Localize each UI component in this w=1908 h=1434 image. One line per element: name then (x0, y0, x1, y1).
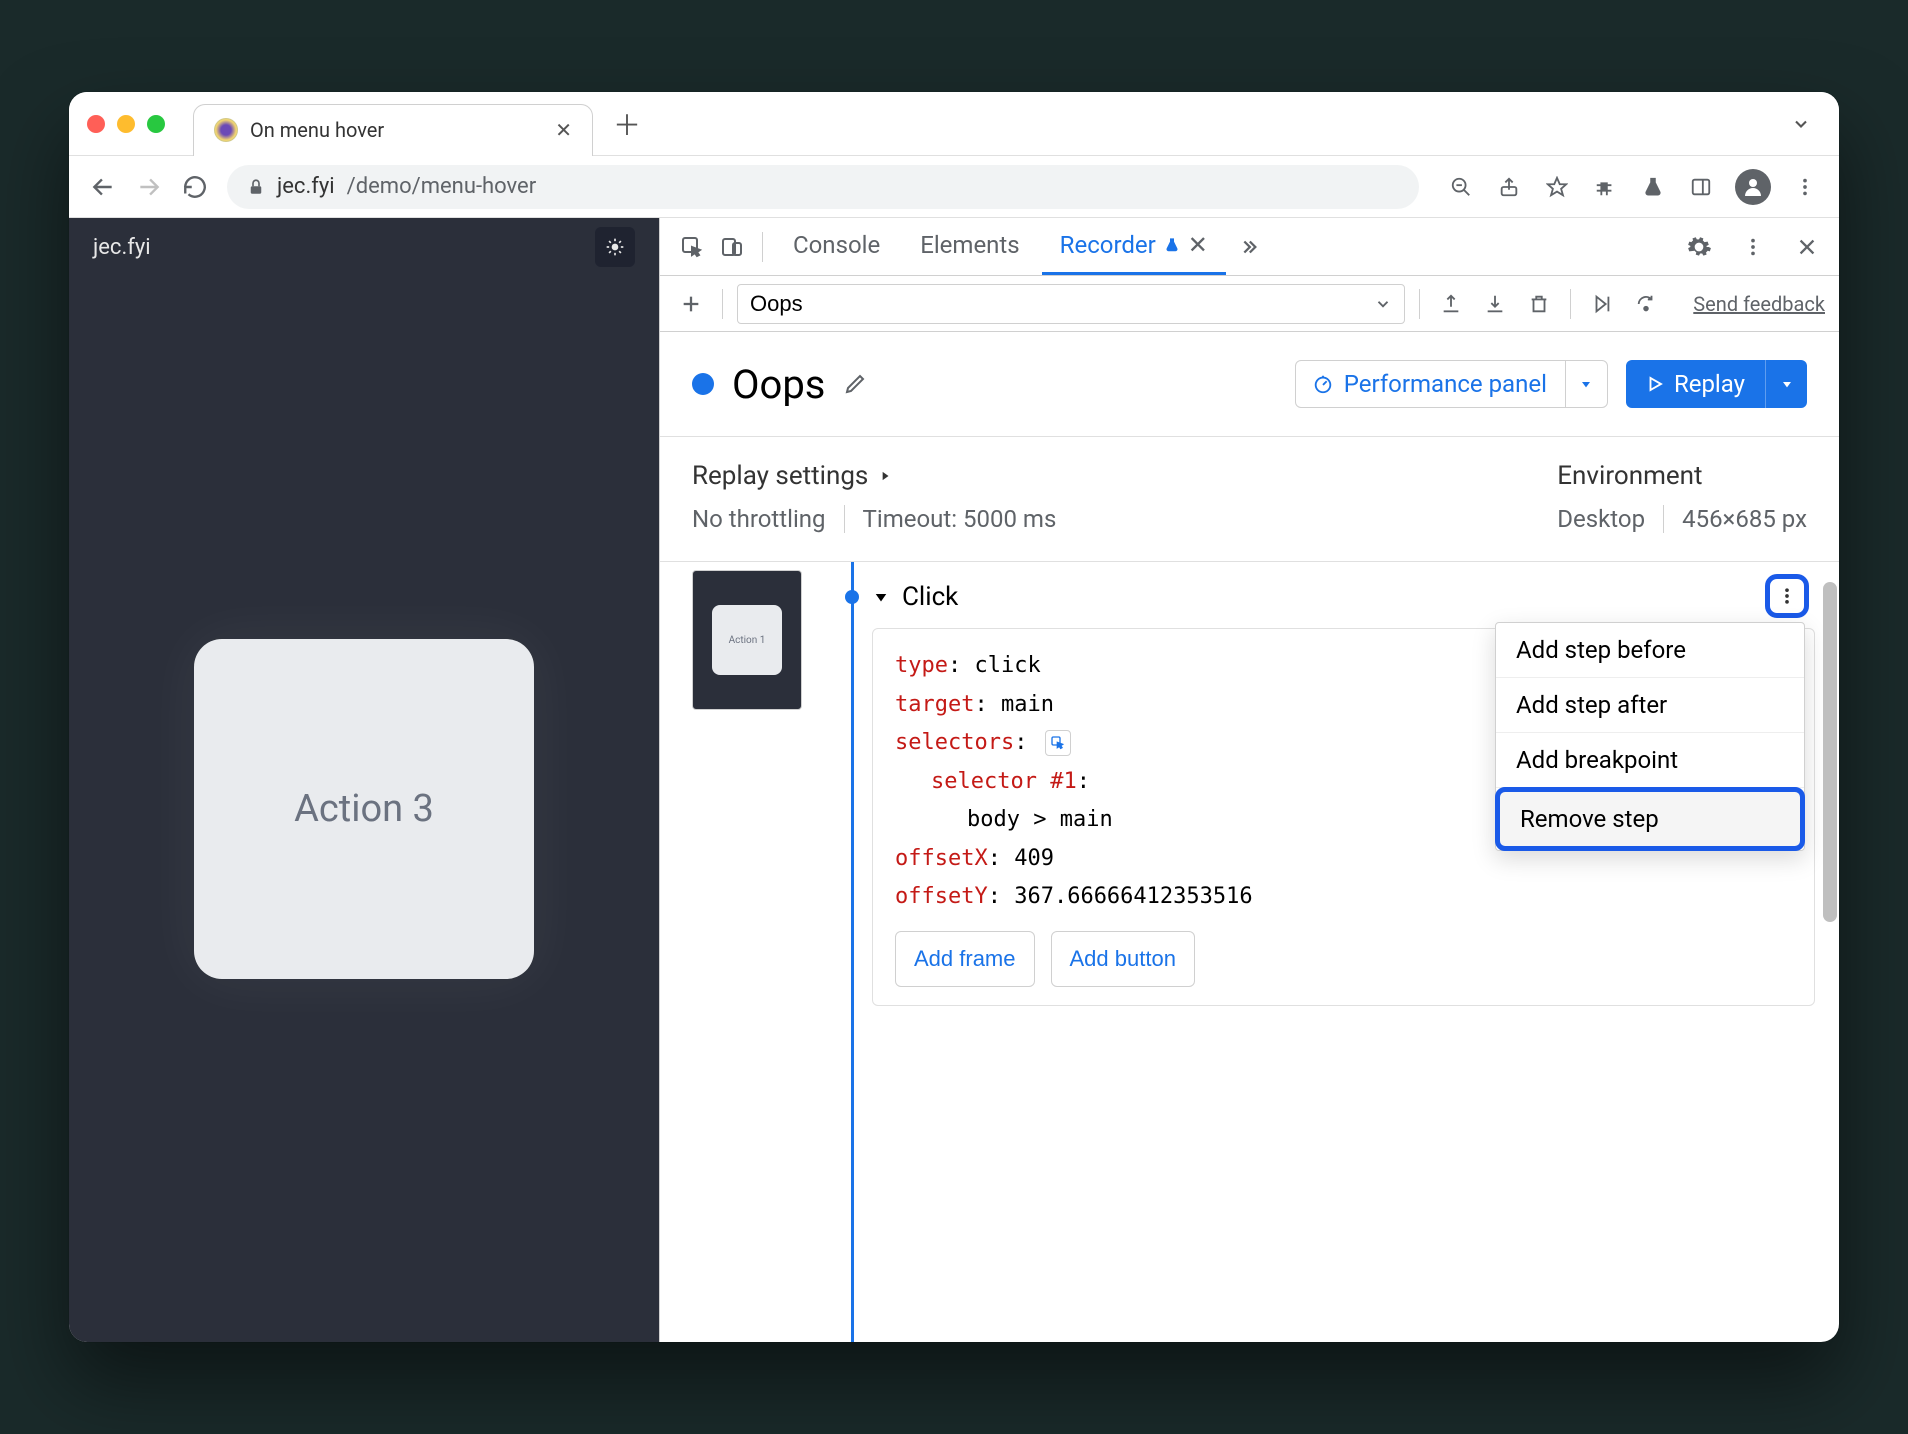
menu-add-step-before[interactable]: Add step before (1496, 623, 1804, 678)
step-thumbnail[interactable]: Action 1 (692, 570, 802, 710)
page-body: Action 3 (69, 276, 659, 1342)
site-name: jec.fyi (93, 235, 151, 260)
back-button[interactable] (89, 173, 117, 201)
settings-icon[interactable] (1681, 229, 1717, 265)
inspect-icon[interactable] (674, 229, 710, 265)
edit-title-button[interactable] (843, 372, 867, 396)
environment-title: Environment (1557, 461, 1807, 491)
steps-area: Action 1 Click (660, 562, 1839, 1342)
scrollbar[interactable] (1823, 582, 1837, 922)
select-element-icon[interactable] (1045, 730, 1071, 756)
close-tab-button[interactable]: ✕ (555, 118, 572, 142)
tab-title: On menu hover (250, 118, 543, 142)
page-viewport: jec.fyi Action 3 (69, 218, 659, 1342)
minimize-window-button[interactable] (117, 115, 135, 133)
step-context-menu: Add step before Add step after Add break… (1495, 622, 1805, 851)
devtools-tabs: Console Elements Recorder ✕ (660, 218, 1839, 276)
bookmark-icon[interactable] (1543, 173, 1571, 201)
url-path: /demo/menu-hover (347, 174, 537, 199)
recording-selector[interactable] (737, 284, 1405, 324)
timeout-value: Timeout: 5000 ms (863, 505, 1057, 533)
lock-icon (247, 178, 265, 196)
step-over-icon[interactable] (1629, 287, 1663, 321)
recording-title: Oops (732, 361, 825, 408)
close-devtools-icon[interactable] (1789, 229, 1825, 265)
action-card[interactable]: Action 3 (194, 639, 534, 979)
replay-button[interactable]: Replay (1626, 360, 1807, 408)
browser-tab[interactable]: On menu hover ✕ (193, 104, 593, 156)
new-tab-button[interactable]: ＋ (613, 104, 641, 144)
import-icon[interactable] (1478, 287, 1512, 321)
extensions-icon[interactable] (1591, 173, 1619, 201)
timeline-line (851, 562, 854, 1342)
recording-settings: Replay settings No throttling Timeout: 5… (660, 437, 1839, 562)
favicon (214, 118, 238, 142)
continue-icon[interactable] (1585, 287, 1619, 321)
reload-button[interactable] (181, 173, 209, 201)
replay-dropdown-button[interactable] (1765, 360, 1807, 408)
add-frame-button[interactable]: Add frame (895, 931, 1035, 988)
thumbnail-label: Action 1 (712, 605, 782, 675)
profile-avatar[interactable] (1735, 169, 1771, 205)
tab-elements[interactable]: Elements (902, 218, 1037, 275)
toolbar-actions (1437, 169, 1819, 205)
add-button-button[interactable]: Add button (1051, 931, 1195, 988)
step-menu-button[interactable] (1765, 574, 1809, 618)
url-host: jec.fyi (277, 174, 335, 199)
step-title: Click (902, 582, 958, 612)
devtools-menu-icon[interactable] (1735, 229, 1771, 265)
browser-window: On menu hover ✕ ＋ jec.fyi/demo/menu-hove… (69, 92, 1839, 1342)
timeline-dot (845, 590, 859, 604)
theme-toggle-button[interactable] (595, 227, 635, 267)
more-tabs-icon[interactable] (1230, 229, 1266, 265)
delete-icon[interactable] (1522, 287, 1556, 321)
recording-header: Oops Performance panel Replay (660, 332, 1839, 437)
device-mode-icon[interactable] (714, 229, 750, 265)
performance-panel-button[interactable]: Performance panel (1295, 360, 1608, 408)
recording-name-input[interactable] (750, 291, 1366, 317)
menu-remove-step[interactable]: Remove step (1495, 787, 1805, 851)
sidepanel-icon[interactable] (1687, 173, 1715, 201)
export-icon[interactable] (1434, 287, 1468, 321)
recorder-toolbar: Send feedback (660, 276, 1839, 332)
add-recording-button[interactable] (674, 287, 708, 321)
page-header: jec.fyi (69, 218, 659, 276)
tab-console[interactable]: Console (775, 218, 898, 275)
address-bar[interactable]: jec.fyi/demo/menu-hover (227, 165, 1419, 209)
env-device: Desktop (1557, 505, 1645, 533)
recording-status-dot (692, 373, 714, 395)
send-feedback-link[interactable]: Send feedback (1673, 292, 1825, 316)
close-tab-icon[interactable]: ✕ (1188, 231, 1208, 259)
step-header[interactable]: Click (872, 576, 1815, 628)
maximize-window-button[interactable] (147, 115, 165, 133)
action-card-label: Action 3 (294, 787, 434, 831)
close-window-button[interactable] (87, 115, 105, 133)
replay-settings-toggle[interactable]: Replay settings (692, 461, 1056, 491)
env-size: 456×685 px (1682, 505, 1807, 533)
devtools-panel: Console Elements Recorder ✕ (659, 218, 1839, 1342)
throttling-value: No throttling (692, 505, 826, 533)
menu-add-breakpoint[interactable]: Add breakpoint (1496, 733, 1804, 788)
window-controls (87, 115, 165, 133)
labs-icon[interactable] (1639, 173, 1667, 201)
tabs-dropdown-button[interactable] (1791, 114, 1821, 134)
perf-dropdown-button[interactable] (1565, 360, 1607, 408)
menu-add-step-after[interactable]: Add step after (1496, 678, 1804, 733)
titlebar: On menu hover ✕ ＋ (69, 92, 1839, 156)
browser-toolbar: jec.fyi/demo/menu-hover (69, 156, 1839, 218)
zoom-out-icon[interactable] (1447, 173, 1475, 201)
share-icon[interactable] (1495, 173, 1523, 201)
content-area: jec.fyi Action 3 Console Elements (69, 218, 1839, 1342)
tab-recorder[interactable]: Recorder ✕ (1042, 218, 1226, 275)
forward-button[interactable] (135, 173, 163, 201)
browser-menu-icon[interactable] (1791, 173, 1819, 201)
